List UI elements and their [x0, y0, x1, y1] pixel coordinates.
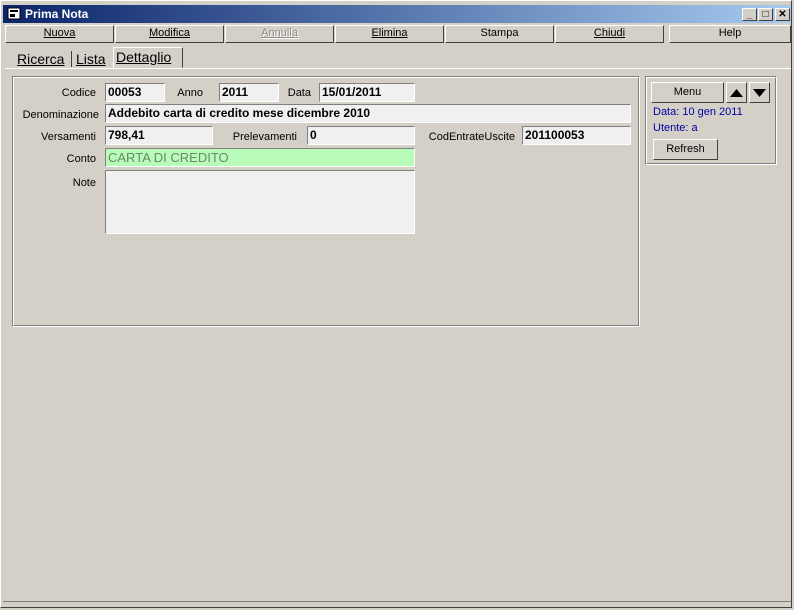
triangle-up-icon: [730, 89, 743, 97]
minimize-icon: _: [746, 9, 753, 20]
maximize-button[interactable]: □: [758, 8, 773, 21]
data-field[interactable]: 15/01/2011: [319, 83, 415, 102]
tab-ricerca[interactable]: Ricerca: [15, 50, 66, 68]
versamenti-field[interactable]: 798,41: [105, 126, 213, 145]
codice-field[interactable]: 00053: [105, 83, 165, 102]
refresh-button[interactable]: Refresh: [653, 139, 718, 160]
title-bar[interactable]: Prima Nota _ □ ✕: [3, 5, 791, 23]
date-info: Data: 10 gen 2011: [653, 106, 743, 118]
maximize-icon: □: [762, 9, 769, 20]
close-button[interactable]: ✕: [775, 8, 790, 21]
tab-lista[interactable]: Lista: [74, 50, 108, 68]
tab-divider: [5, 68, 791, 69]
menu-button[interactable]: Menu: [651, 82, 724, 103]
user-info: Utente: a: [653, 122, 698, 134]
codice-label: Codice: [61, 87, 96, 99]
toolbar: Nuova Modifica Annulla Elimina Stampa Ch…: [3, 25, 793, 43]
anno-label: Anno: [177, 87, 203, 99]
app-window: Prima Nota _ □ ✕ Nuova Modifica Annulla …: [0, 0, 792, 608]
stampa-button[interactable]: Stampa: [445, 25, 554, 43]
denominazione-field[interactable]: Addebito carta di credito mese dicembre …: [105, 104, 631, 123]
prelevamenti-label: Prelevamenti: [232, 131, 297, 143]
note-textarea[interactable]: [105, 170, 415, 234]
note-label: Note: [72, 177, 96, 189]
prelevamenti-field[interactable]: 0: [307, 126, 415, 145]
tab-ricerca-label: Ricerca: [17, 51, 65, 67]
triangle-down-icon: [753, 89, 766, 97]
chiudi-button[interactable]: Chiudi: [555, 25, 664, 43]
close-icon: ✕: [778, 9, 787, 20]
up-button[interactable]: [726, 82, 747, 103]
denominazione-label: Denominazione: [22, 109, 99, 121]
status-bar: [3, 601, 791, 606]
down-button[interactable]: [749, 82, 770, 103]
tab-dettaglio[interactable]: Dettaglio: [113, 47, 183, 68]
data-label: Data: [287, 87, 311, 99]
conto-label: Conto: [66, 153, 96, 165]
window-title: Prima Nota: [25, 7, 89, 21]
anno-field[interactable]: 2011: [219, 83, 279, 102]
cod-entrate-uscite-field[interactable]: 201100053: [522, 126, 631, 145]
minimize-button[interactable]: _: [742, 8, 757, 21]
versamenti-label: Versamenti: [40, 131, 96, 143]
annulla-button[interactable]: Annulla: [225, 25, 334, 43]
conto-field[interactable]: CARTA DI CREDITO: [105, 148, 415, 167]
help-button[interactable]: Help: [669, 25, 791, 43]
app-icon: [7, 7, 21, 20]
elimina-button[interactable]: Elimina: [335, 25, 444, 43]
tab-lista-label: Lista: [76, 51, 106, 67]
modifica-button[interactable]: Modifica: [115, 25, 224, 43]
cod-entrate-uscite-label: CodEntrateUscite: [428, 131, 515, 143]
tab-dettaglio-label: Dettaglio: [116, 49, 172, 65]
nuova-button[interactable]: Nuova: [5, 25, 114, 43]
